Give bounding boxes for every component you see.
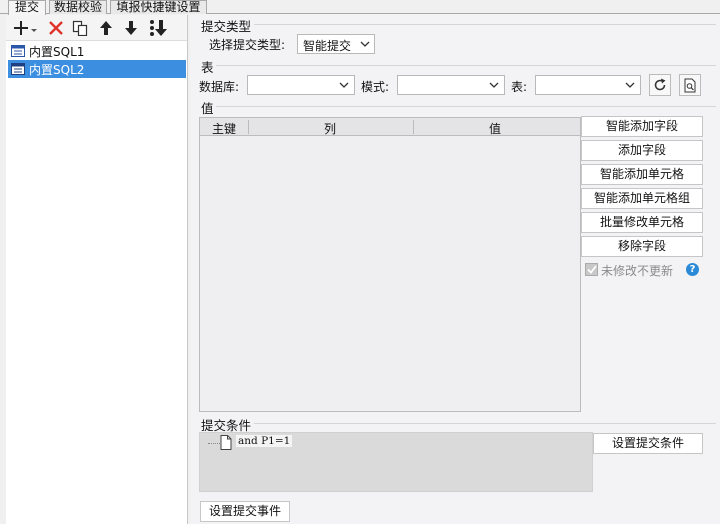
submit-settings-panel: 提交类型 选择提交类型: 智能提交 表 数据库: 模式: 表: 值 主键 列 值…	[190, 14, 720, 524]
submit-type-value: 智能提交	[303, 39, 352, 53]
add-field-button[interactable]: 添加字段	[581, 140, 703, 161]
submit-type-select[interactable]: 智能提交	[297, 34, 375, 54]
list-item-label: 内置SQL2	[29, 62, 85, 77]
column-header-value: 值	[489, 122, 502, 136]
add-icon	[14, 21, 37, 35]
refresh-button[interactable]	[649, 74, 671, 96]
sql-table-icon	[11, 63, 25, 75]
field-grid-header: 主键 列 值	[200, 118, 580, 136]
chevron-down-icon	[356, 35, 374, 53]
submit-type-section-title: 提交类型	[201, 19, 252, 34]
move-down-button[interactable]	[121, 18, 141, 38]
sql-table-icon	[11, 45, 25, 57]
smart-add-cell-button[interactable]: 智能添加单元格	[581, 164, 703, 185]
column-header-column: 列	[324, 122, 337, 136]
add-dropdown-button[interactable]	[10, 18, 40, 38]
no-update-label: 未修改不更新	[601, 264, 674, 278]
column-divider[interactable]	[413, 120, 414, 134]
section-divider	[254, 423, 716, 424]
submit-list-panel: 内置SQL1 内置SQL2	[6, 15, 188, 524]
set-condition-button[interactable]: 设置提交条件	[593, 433, 703, 454]
database-label: 数据库:	[199, 80, 240, 94]
move-up-button[interactable]	[96, 18, 116, 38]
preview-table-button[interactable]	[679, 74, 701, 96]
delete-icon	[49, 21, 63, 35]
mode-label: 模式:	[361, 80, 390, 94]
list-item-label: 内置SQL1	[29, 44, 85, 59]
submit-type-label: 选择提交类型:	[209, 38, 286, 52]
section-divider	[216, 65, 716, 66]
tab-data-validation[interactable]: 数据校验	[49, 0, 107, 14]
delete-button[interactable]	[46, 18, 66, 38]
help-icon[interactable]: ?	[686, 263, 699, 276]
section-divider	[216, 106, 716, 107]
chevron-down-icon	[484, 76, 504, 94]
refresh-icon	[654, 78, 666, 91]
list-item-selected[interactable]: 内置SQL2	[8, 60, 186, 78]
list-toolbar	[6, 15, 187, 41]
column-header-primary-key: 主键	[212, 122, 237, 136]
document-search-icon	[684, 78, 696, 92]
checkmark-icon	[586, 265, 597, 274]
smart-add-field-button[interactable]: 智能添加字段	[581, 116, 703, 137]
batch-modify-cell-button[interactable]: 批量修改单元格	[581, 212, 703, 233]
copy-icon	[72, 20, 88, 36]
table-section-title: 表	[201, 60, 214, 75]
move-down-icon	[125, 21, 137, 35]
field-grid[interactable]: 主键 列 值	[199, 117, 581, 412]
condition-tree[interactable]: and P1=1	[199, 432, 593, 492]
copy-button[interactable]	[70, 18, 90, 38]
list-item[interactable]: 内置SQL1	[8, 42, 186, 60]
move-up-icon	[100, 21, 112, 35]
chevron-down-icon	[620, 76, 640, 94]
database-select[interactable]	[247, 75, 355, 95]
sort-button[interactable]	[148, 18, 168, 38]
table-label: 表:	[511, 80, 528, 94]
tab-submit[interactable]: 提交	[8, 0, 46, 15]
chevron-down-icon	[334, 76, 354, 94]
tab-shortcut-settings[interactable]: 填报快捷键设置	[110, 0, 207, 14]
condition-item[interactable]: and P1=1	[236, 435, 293, 447]
sort-icon	[150, 20, 167, 36]
tab-bar: 提交 数据校验 填报快捷键设置	[0, 0, 720, 15]
values-section-title: 值	[201, 101, 214, 116]
file-icon	[220, 435, 232, 450]
no-update-if-unchanged-checkbox[interactable]	[585, 263, 598, 276]
remove-field-button[interactable]: 移除字段	[581, 236, 703, 257]
mode-select[interactable]	[397, 75, 505, 95]
smart-add-cell-group-button[interactable]: 智能添加单元格组	[581, 188, 703, 209]
column-divider[interactable]	[248, 120, 249, 134]
set-submit-event-button[interactable]: 设置提交事件	[200, 501, 290, 522]
table-select[interactable]	[535, 75, 641, 95]
report-submit-dialog: 提交 数据校验 填报快捷键设置 内置SQL1 内置SQL2 提交类型 选择提交类…	[0, 0, 720, 524]
section-divider	[254, 24, 716, 25]
